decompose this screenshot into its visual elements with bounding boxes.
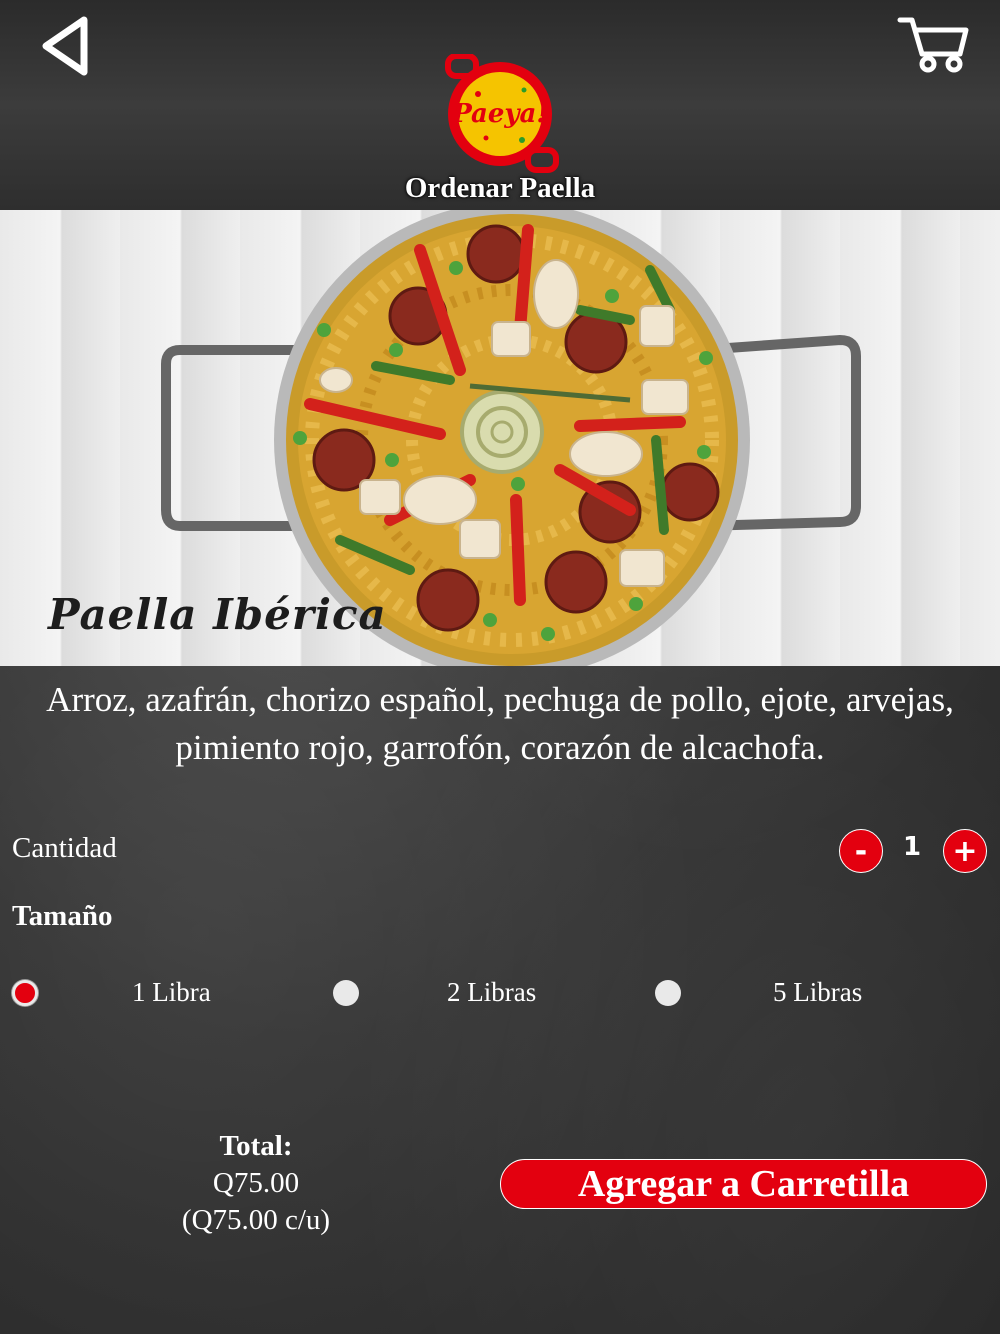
page-title: Ordenar Paella — [404, 172, 596, 204]
quantity-value: 1 — [902, 832, 922, 862]
shopping-cart-icon — [897, 17, 969, 73]
size-option-label[interactable]: 5 Libras — [773, 977, 862, 1008]
add-to-cart-button[interactable]: Agregar a Carretilla — [500, 1159, 987, 1209]
increase-quantity-button[interactable]: + — [943, 829, 987, 873]
back-arrow-icon — [42, 16, 88, 76]
decrease-quantity-button[interactable]: - — [839, 829, 883, 873]
product-name-caption: Paella Ibérica — [48, 590, 387, 639]
total-amount: Q75.00 — [212, 1167, 300, 1199]
product-image: Paella Ibérica — [0, 210, 1000, 666]
back-button[interactable] — [40, 16, 96, 76]
total-section: Total: Q75.00 (Q75.00 c/u) — [160, 1128, 352, 1239]
header-bar: Paeya! Ordenar Paella — [0, 0, 1000, 211]
cart-button[interactable] — [896, 14, 972, 74]
paeya-logo: Paeya! — [438, 53, 562, 174]
size-option-label[interactable]: 1 Libra — [132, 977, 211, 1008]
unit-price: (Q75.00 c/u) — [181, 1204, 331, 1236]
size-radio-5-libras[interactable] — [655, 980, 681, 1006]
size-radio-1-libra[interactable] — [12, 980, 38, 1006]
svg-text:Paeya!: Paeya! — [451, 99, 548, 129]
total-title: Total: — [219, 1130, 293, 1162]
size-section-title: Tamaño — [12, 900, 113, 932]
product-description: Arroz, azafrán, chorizo español, pechuga… — [46, 680, 954, 767]
quantity-label: Cantidad — [12, 832, 117, 864]
size-radio-2-libras[interactable] — [333, 980, 359, 1006]
size-option-label[interactable]: 2 Libras — [447, 977, 536, 1008]
